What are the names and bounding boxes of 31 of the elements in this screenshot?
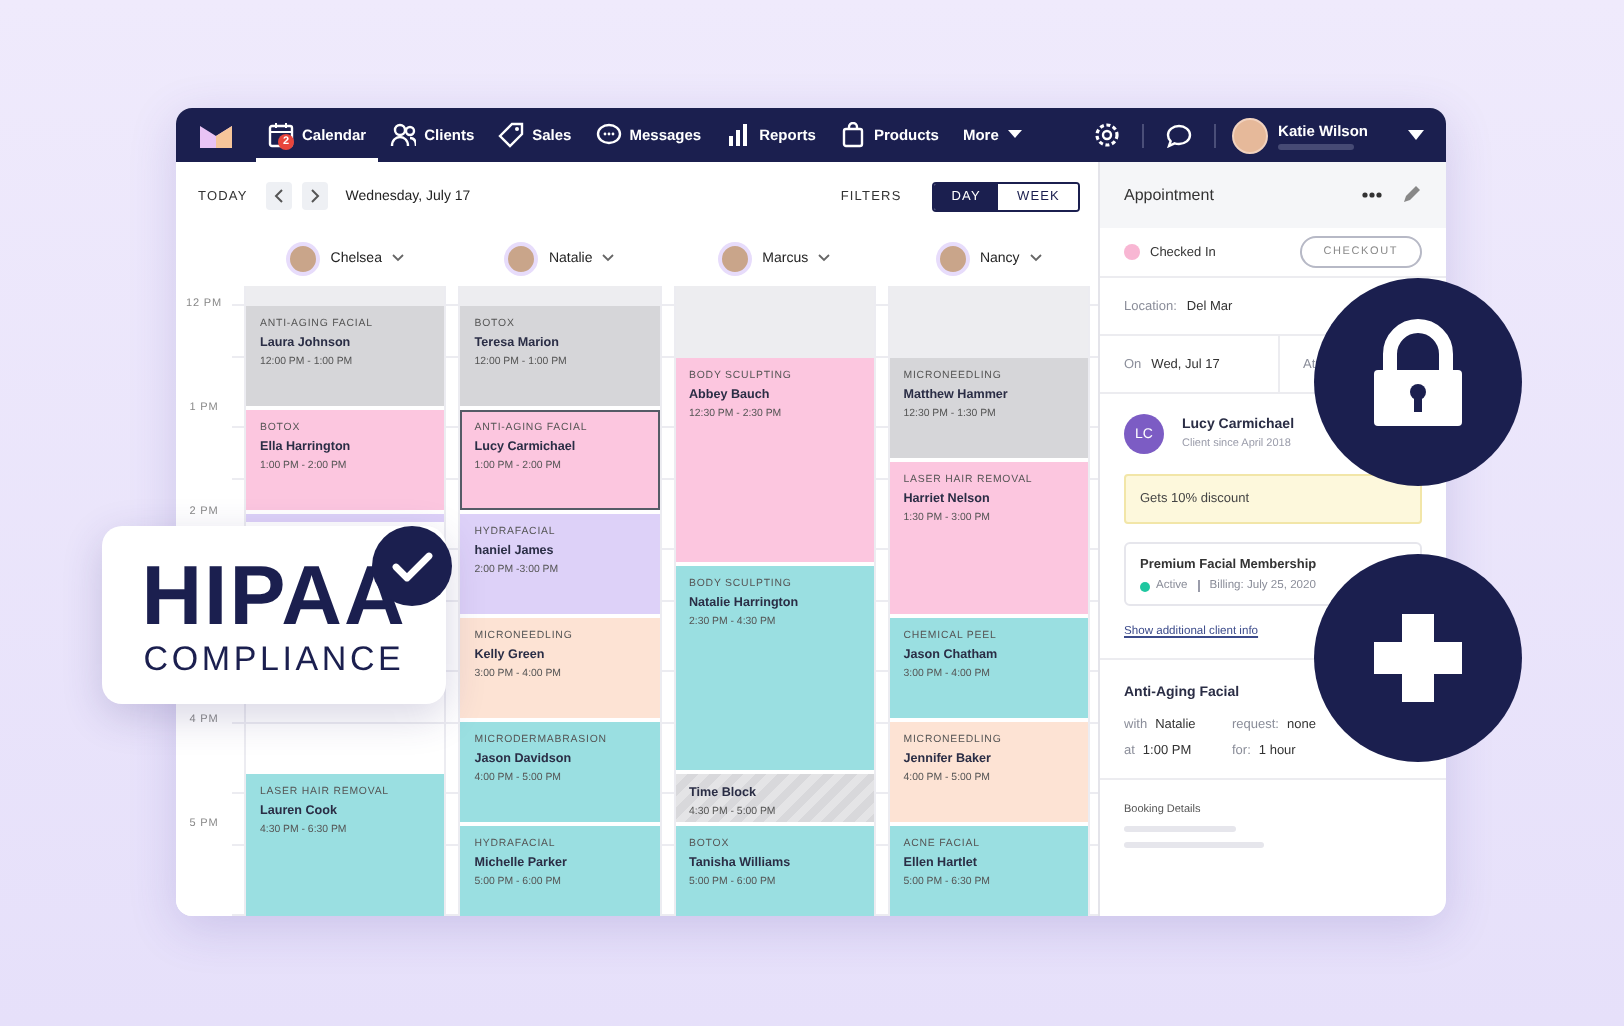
badge-subtitle: COMPLIANCE [143, 641, 405, 677]
previous-button[interactable] [265, 182, 292, 210]
badge-title: HIPAA [141, 553, 407, 637]
tag-icon [498, 122, 525, 148]
chevron-left-icon [273, 188, 284, 204]
avatar [718, 241, 753, 275]
avatar [935, 241, 970, 275]
text-placeholder-line [1278, 143, 1355, 149]
bag-icon [839, 122, 866, 148]
settings-icon [1094, 122, 1121, 148]
chevron-down-icon [818, 254, 831, 262]
more-icon [1362, 192, 1382, 198]
chevron-right-icon [309, 188, 320, 204]
avatar [1232, 117, 1269, 153]
bar-chart-icon [725, 122, 752, 148]
logo-icon [200, 123, 232, 147]
more-button[interactable] [1356, 186, 1388, 204]
chevron-down-icon [602, 254, 615, 262]
caret-icon [1008, 130, 1023, 140]
caret-icon [1408, 130, 1424, 140]
chat-bubble-icon [595, 122, 622, 148]
avatar [286, 241, 321, 275]
panel-title: Appointment [1124, 186, 1214, 204]
people-icon [390, 122, 417, 148]
next-button[interactable] [301, 182, 328, 210]
pencil-icon [1402, 186, 1420, 204]
calendar-icon [268, 122, 294, 148]
chat-bubble-icon [1166, 123, 1193, 147]
chevron-down-icon [391, 254, 404, 262]
avatar [504, 241, 539, 275]
chevron-down-icon [1029, 254, 1042, 262]
